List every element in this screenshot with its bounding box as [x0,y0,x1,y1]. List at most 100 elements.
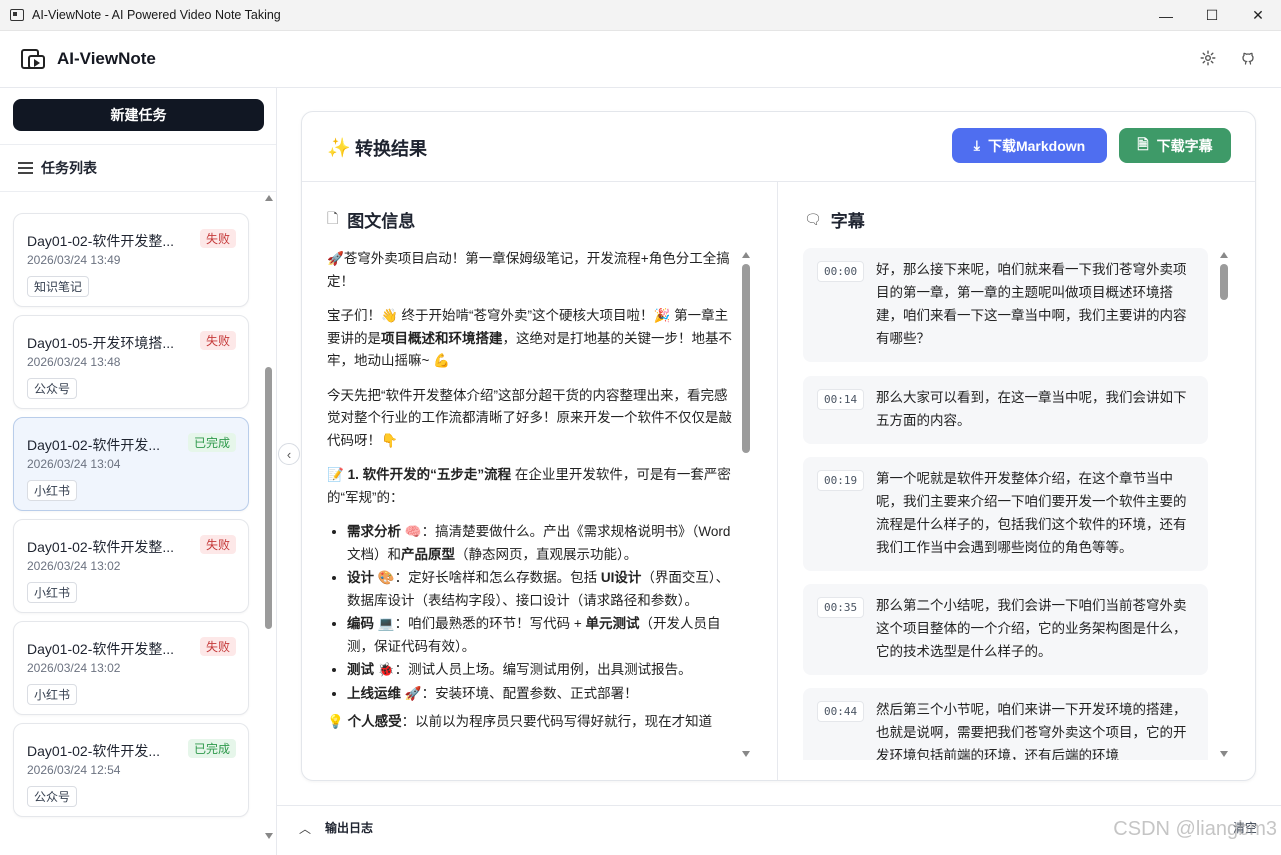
subtitle-text: 第一个呢就是软件开发整体介绍，在这个章节当中呢，我们主要来介绍一下咱们要开发一个… [876,471,1187,555]
subtitle-item[interactable]: 00:19 第一个呢就是软件开发整体介绍，在这个章节当中呢，我们主要来介绍一下咱们… [803,457,1208,571]
scrollbar-thumb[interactable] [265,367,272,629]
download-markdown-label: 下载Markdown [987,137,1086,154]
rocket-icon: 🚀 [327,251,344,266]
task-card[interactable]: Day01-02-软件开发整... 2026/03/24 13:02 失败 小红书 [13,621,249,715]
task-date: 2026/03/24 12:54 [27,763,121,777]
step-item: 测试 🐞：测试人员上场。编写测试用例，出具测试报告。 [347,659,734,682]
app-name: AI-ViewNote [57,49,156,68]
article-scrollbar[interactable] [740,252,752,757]
download-icon: ⤓ [973,137,980,153]
header-actions [1199,49,1257,67]
step-name: 设计 [347,570,374,585]
article-paragraph: 今天先把“软件开发整体介绍”这部分超干货的内容整理出来，看完感觉对整个行业的工作… [327,387,732,448]
new-task-button[interactable]: 新建任务 [13,99,264,131]
task-list[interactable]: Day01-02-软件开发整... 2026/03/24 13:49 失败 知识笔记 D… [0,192,262,842]
task-tag: 知识笔记 [27,276,90,297]
task-list-header: 任务列表 [0,144,276,192]
subtitle-timestamp[interactable]: 00:19 [817,470,865,491]
result-title: 转换结果 [355,139,427,159]
steps-list: 需求分析 🧠：搞清楚要做什么。产出《需求规格说明书》（Word文档）和产品原型（… [347,521,734,705]
download-subtitles-button[interactable]: 🗎 下载字幕 [1119,128,1231,163]
article-header: 🗋 图文信息 [327,207,415,232]
subtitle-item[interactable]: 00:14 那么大家可以看到，在这一章当中呢，我们会讲如下五方面的内容。 [803,376,1208,444]
scroll-down-arrow-icon[interactable] [265,833,273,839]
task-card[interactable]: Day01-02-软件开发整... 2026/03/24 13:49 失败 知识笔记 [13,213,249,307]
task-date: 2026/03/24 13:49 [27,253,121,267]
step-text: ：测试人员上场。编写测试用例，出具测试报告。 [394,662,692,677]
step-text: ：咱们最熟悉的环节！写代码 + [394,616,586,631]
app-logo-icon [21,47,45,71]
window-controls: — ☐ ✕ [1143,0,1281,31]
subtitle-scrollbar[interactable] [1218,252,1230,757]
memo-icon: 📝 [327,467,344,482]
download-markdown-button[interactable]: ⤓ 下载Markdown [952,128,1107,163]
app-header: AI-ViewNote [0,31,1281,88]
scroll-down-arrow-icon[interactable] [742,751,750,757]
sidebar: 新建任务 任务列表 Day01-02-软件开发整... 2026/03/24 13… [0,88,277,855]
scroll-up-arrow-icon[interactable] [742,252,750,258]
subtitle-item[interactable]: 00:35 那么第二个小结呢，我们会讲一下咱们当前苍穹外卖这个项目整体的一个介绍，… [803,584,1208,675]
collapse-sidebar-button[interactable]: ‹ [278,443,300,465]
article-bold: 个人感受 [347,714,402,729]
step-item: 设计 🎨：定好长啥样和怎么存数据。包括 UI设计（界面交互）、数据库设计（表结构… [347,567,734,612]
article-content: 🚀苍穹外卖项目启动！第一章保姆级笔记，开发流程+角色分工全搞定！ 宝子们！👋 终… [327,248,734,763]
task-card[interactable]: Day01-02-软件开发... 2026/03/24 13:04 已完成 小红书 [13,417,249,511]
gear-icon[interactable] [1199,49,1217,67]
task-title: Day01-02-软件开发... [27,743,161,759]
output-log-label[interactable]: 输出日志 [325,819,373,836]
step-text: ：安装环境、配置参数、正式部署！ [421,685,638,701]
maximize-button[interactable]: ☐ [1189,0,1235,31]
task-date: 2026/03/24 13:48 [27,355,121,369]
article-paragraph: 🚀苍穹外卖项目启动！第一章保姆级笔记，开发流程+角色分工全搞定！ [327,248,734,293]
document-icon: 🗋 [327,209,339,226]
subtitle-timestamp[interactable]: 00:44 [817,701,865,722]
subtitle-item[interactable]: 00:44 然后第三个小节呢，咱们来讲一下开发环境的搭建，也就是说啊，需要把我们苍… [803,688,1208,760]
step-item: 需求分析 🧠：搞清楚要做什么。产出《需求规格说明书》（Word文档）和产品原型（… [347,521,734,566]
task-card[interactable]: Day01-05-开发环境搭... 2026/03/24 13:48 失败 公众号 [13,315,249,409]
step-item: 上线运维 🚀：安装环境、配置参数、正式部署！ [347,683,734,706]
task-tag: 小红书 [27,684,78,705]
step-text: ：定好长啥样和怎么存数据。包括 [394,570,601,585]
task-title: Day01-02-软件开发整... [27,233,175,249]
app-window-icon [10,9,24,21]
subtitle-list[interactable]: 00:00 好，那么接下来呢，咱们就来看一下我们苍穹外卖项目的第一章，第一章的主题… [803,248,1210,760]
minimize-button[interactable]: — [1143,0,1189,31]
scroll-up-arrow-icon[interactable] [1220,252,1228,258]
article-paragraph: 📝 1. 软件开发的“五步走”流程 在企业里开发软件，可是有一套严密的“军规”的… [327,464,734,509]
chevron-left-icon: ‹ [286,446,292,462]
task-title: Day01-02-软件开发... [27,437,161,453]
step-bold: 单元测试 [585,616,640,631]
result-header: ✨ 转换结果 ⤓ 下载Markdown 🗎 下载字幕 [302,112,1255,182]
scrollbar-thumb[interactable] [1220,264,1228,300]
step-emoji-icon: 🐞 [377,662,395,677]
status-badge: 失败 [199,637,236,656]
step-bold: 产品原型 [401,546,455,562]
article-bold: 1. 软件开发的“五步走”流程 [347,467,512,482]
step-name: 测试 [347,662,374,677]
step-emoji-icon: 🧠 [404,524,422,539]
subtitle-title: 字幕 [830,212,865,231]
scrollbar-thumb[interactable] [742,264,750,453]
task-title: Day01-02-软件开发整... [27,539,175,555]
result-panel: ✨ 转换结果 ⤓ 下载Markdown 🗎 下载字幕 🗋 图文信息 🚀苍穹外卖项… [301,111,1256,781]
scroll-up-arrow-icon[interactable] [265,195,273,201]
article-paragraph: 宝子们！👋 终于开始啃“苍穹外卖”这个硬核大项目啦！🎉 第一章主要讲的是项目概述… [327,305,734,373]
subtitle-item[interactable]: 00:00 好，那么接下来呢，咱们就来看一下我们苍穹外卖项目的第一章，第一章的主题… [803,248,1208,362]
status-badge: 已完成 [187,739,236,758]
sidebar-scrollbar[interactable] [262,192,275,842]
close-button[interactable]: ✕ [1235,0,1281,31]
subtitle-timestamp[interactable]: 00:00 [817,261,865,282]
window-title: AI-ViewNote - AI Powered Video Note Taki… [32,8,281,22]
step-emoji-icon: 🚀 [404,685,422,701]
task-title: Day01-05-开发环境搭... [27,335,175,351]
task-card[interactable]: Day01-02-软件开发... 2026/03/24 12:54 已完成 公众号 [13,723,249,817]
sparkle-icon: ✨ [327,138,351,159]
github-icon[interactable] [1239,49,1257,67]
comment-icon: 🗨 [804,211,822,227]
window-titlebar: AI-ViewNote - AI Powered Video Note Taki… [0,0,1281,31]
scroll-down-arrow-icon[interactable] [1220,751,1228,757]
subtitle-timestamp[interactable]: 00:35 [817,597,865,618]
subtitle-timestamp[interactable]: 00:14 [817,389,865,410]
chevron-up-icon[interactable]: ︿ [299,820,311,837]
task-card[interactable]: Day01-02-软件开发整... 2026/03/24 13:02 失败 小红书 [13,519,249,613]
